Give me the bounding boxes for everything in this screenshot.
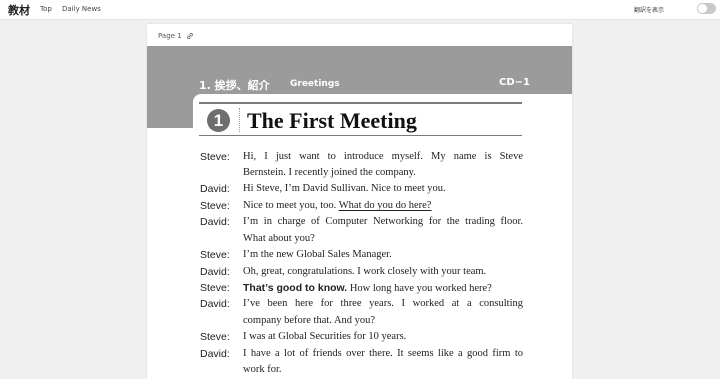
speaker-label: David: bbox=[200, 348, 230, 360]
dialogue-text: I’m the new Global Sales Manager. bbox=[243, 249, 392, 260]
dialogue-text: company before that. And you? bbox=[243, 315, 376, 326]
speaker-label: Steve: bbox=[200, 282, 230, 294]
lesson-heading: 1. 挨拶、紹介 bbox=[199, 79, 270, 92]
title-divider bbox=[239, 108, 240, 132]
translate-toggle[interactable] bbox=[697, 3, 716, 14]
speaker-label: David: bbox=[200, 298, 230, 310]
nav-link-daily-news[interactable]: Daily News bbox=[62, 5, 101, 13]
speaker-label: Steve: bbox=[200, 151, 230, 163]
page-label: Page 1 bbox=[158, 32, 182, 40]
translate-toggle-label: 翻訳を表示 bbox=[634, 7, 665, 14]
dialogue-text: Hi Steve, I’m David Sullivan. Nice to me… bbox=[243, 183, 446, 194]
dialogue-text: Nice to meet you, too. What do you do he… bbox=[243, 200, 431, 211]
title-rule-top bbox=[199, 102, 522, 104]
title-rule-bottom bbox=[199, 135, 522, 136]
speaker-label: David: bbox=[200, 266, 230, 278]
dialogue-text-part: How long have you worked here? bbox=[347, 283, 492, 294]
lesson-subtitle: Greetings bbox=[290, 79, 340, 89]
nav-link-top[interactable]: Top bbox=[40, 5, 52, 13]
speaker-label: David: bbox=[200, 183, 230, 195]
app-title[interactable]: 教材 bbox=[8, 2, 30, 18]
speaker-label: Steve: bbox=[200, 249, 230, 261]
unit-number-badge: 1 bbox=[207, 109, 230, 132]
dialogue-text: Bernstein. I recently joined the company… bbox=[243, 167, 416, 178]
dialogue-text: That’s good to know. How long have you w… bbox=[243, 282, 492, 294]
speaker-label: Steve: bbox=[200, 200, 230, 212]
dialogue-text-part: Nice to meet you, too. bbox=[243, 200, 339, 211]
dialogue-text: Oh, great, congratulations. I work close… bbox=[243, 266, 487, 277]
dialogue-text: Hi, I just want to introduce myself. My … bbox=[243, 151, 523, 162]
dialogue-text: I have a lot of friends over there. It s… bbox=[243, 348, 523, 359]
link-icon[interactable] bbox=[186, 32, 194, 40]
speaker-label: Steve: bbox=[200, 331, 230, 343]
page-title: The First Meeting bbox=[247, 108, 417, 133]
dialogue-text: What about you? bbox=[243, 233, 315, 244]
toggle-knob bbox=[698, 4, 707, 13]
dialogue-text: work for. bbox=[243, 364, 282, 375]
dialogue-text: I’ve been here for three years. I worked… bbox=[243, 298, 523, 309]
cd-track-label: CD−1 bbox=[499, 77, 530, 88]
dialogue-text: I’m in charge of Computer Networking for… bbox=[243, 216, 523, 227]
document-page: Page 1 1. 挨拶、紹介 Greetings CD−1 1 The Fir… bbox=[147, 24, 572, 379]
key-phrase: That’s good to know. bbox=[243, 282, 348, 294]
dialogue-text: I was at Global Securities for 10 years. bbox=[243, 331, 407, 342]
top-bar: 教材 Top Daily News 翻訳を表示 bbox=[0, 0, 720, 20]
underlined-phrase: What do you do here? bbox=[338, 200, 432, 211]
speaker-label: David: bbox=[200, 216, 230, 228]
